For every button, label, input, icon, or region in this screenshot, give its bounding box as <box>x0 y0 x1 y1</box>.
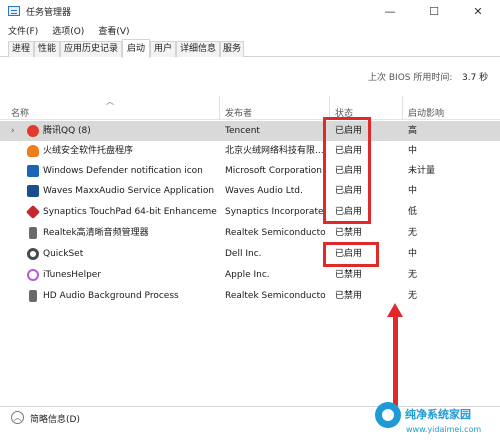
row-publisher: Microsoft Corporation <box>225 166 322 176</box>
maximize-button[interactable]: ☐ <box>412 0 456 22</box>
touchpad-icon <box>25 204 41 220</box>
watermark-url: www.yidaimei.com <box>406 425 482 434</box>
fewer-details-link[interactable]: 简略信息(D) <box>30 412 80 425</box>
gear-icon <box>27 248 39 260</box>
penguin-icon <box>27 125 39 137</box>
bios-time-value: 3.7 秒 <box>462 73 489 83</box>
defender-icon <box>27 165 39 177</box>
row-name: Synaptics TouchPad 64-bit Enhanceme... <box>43 207 217 217</box>
row-impact: 未计量 <box>408 166 436 176</box>
row-impact: 中 <box>408 249 418 259</box>
row-impact: 低 <box>408 207 418 217</box>
row-name: Windows Defender notification icon <box>43 166 203 176</box>
row-name: QuickSet <box>43 249 84 259</box>
window-title: 任务管理器 <box>26 7 72 18</box>
row-impact: 无 <box>408 228 418 238</box>
watermark-logo-icon <box>375 402 401 428</box>
column-name[interactable]: 名称 <box>11 106 29 119</box>
column-divider[interactable] <box>402 96 403 120</box>
row-publisher: Apple Inc. <box>225 270 270 280</box>
tab-users[interactable]: 用户 <box>150 41 176 57</box>
row-name: Realtek高清晰音频管理器 <box>43 228 149 238</box>
row-impact: 中 <box>408 146 418 156</box>
tab-services[interactable]: 服务 <box>220 41 244 57</box>
itunes-icon <box>27 269 39 281</box>
row-status: 已禁用 <box>335 270 363 280</box>
menu-file[interactable]: 文件(F) <box>0 24 44 37</box>
column-impact[interactable]: 启动影响 <box>408 106 444 119</box>
row-impact: 中 <box>408 186 418 196</box>
table-row[interactable]: 火绒安全软件托盘程序 北京火绒网络科技有限... 已启用 中 <box>0 141 500 161</box>
table-row[interactable]: QuickSet Dell Inc. 已启用 中 <box>0 244 500 264</box>
task-manager-icon <box>8 6 20 16</box>
row-publisher: Tencent <box>225 126 260 136</box>
row-name: Waves MaxxAudio Service Application <box>43 186 215 196</box>
close-button[interactable]: ✕ <box>456 0 500 22</box>
bios-time-label: 上次 BIOS 所用时间: <box>368 73 453 83</box>
highlight-box-enabled-group <box>323 117 371 224</box>
tab-performance[interactable]: 性能 <box>34 41 60 57</box>
column-divider[interactable] <box>219 96 220 120</box>
tab-details[interactable]: 详细信息 <box>176 41 220 57</box>
row-impact: 高 <box>408 126 418 136</box>
table-row[interactable]: Waves MaxxAudio Service Application Wave… <box>0 181 500 201</box>
tab-processes[interactable]: 进程 <box>8 41 34 57</box>
sort-ascending-icon: ︿ <box>106 97 114 106</box>
table-row[interactable]: Realtek高清晰音频管理器 Realtek Semiconductor 已禁… <box>0 223 500 243</box>
tab-app-history[interactable]: 应用历史记录 <box>60 41 122 57</box>
menu-options[interactable]: 选项(O) <box>44 24 90 37</box>
speaker-icon <box>29 227 37 239</box>
title-bar: 任务管理器 — ☐ ✕ <box>0 0 500 22</box>
minimize-button[interactable]: — <box>368 0 412 22</box>
column-publisher[interactable]: 发布者 <box>225 106 252 119</box>
row-publisher: Synaptics Incorporated <box>225 207 325 217</box>
row-name: 腾讯QQ (8) <box>43 126 91 136</box>
row-status: 已禁用 <box>335 228 363 238</box>
waves-icon <box>27 185 39 197</box>
table-row[interactable]: Synaptics TouchPad 64-bit Enhanceme... S… <box>0 202 500 222</box>
row-impact: 无 <box>408 291 418 301</box>
menu-bar: 文件(F) 选项(O) 查看(V) <box>0 22 136 38</box>
highlight-box-quickset <box>323 242 379 267</box>
table-row[interactable]: › 腾讯QQ (8) Tencent 已启用 高 <box>0 121 500 141</box>
row-publisher: Dell Inc. <box>225 249 262 259</box>
row-name: 火绒安全软件托盘程序 <box>43 146 134 156</box>
table-row[interactable]: HD Audio Background Process Realtek Semi… <box>0 286 500 306</box>
table-header: ︿ 名称 发布者 状态 启动影响 <box>0 96 500 120</box>
speaker-icon <box>29 290 37 302</box>
row-status: 已禁用 <box>335 291 363 301</box>
expand-chevron-icon[interactable]: › <box>11 121 15 141</box>
tab-startup[interactable]: 启动 <box>122 39 150 58</box>
watermark-title: 纯净系统家园 <box>405 408 471 421</box>
row-name: iTunesHelper <box>43 270 102 280</box>
table-row[interactable]: Windows Defender notification icon Micro… <box>0 161 500 181</box>
row-publisher: Waves Audio Ltd. <box>225 186 303 196</box>
row-impact: 无 <box>408 270 418 280</box>
row-publisher: 北京火绒网络科技有限... <box>225 146 324 156</box>
table-row[interactable]: iTunesHelper Apple Inc. 已禁用 无 <box>0 265 500 285</box>
row-publisher: Realtek Semiconductor <box>225 291 325 301</box>
menu-view[interactable]: 查看(V) <box>90 24 135 37</box>
tab-strip: 进程 性能 应用历史记录 启动 用户 详细信息 服务 <box>0 39 500 58</box>
chevron-up-icon[interactable]: ︿ <box>11 411 24 424</box>
row-publisher: Realtek Semiconductor <box>225 228 325 238</box>
window-controls: — ☐ ✕ <box>368 0 500 22</box>
row-name: HD Audio Background Process <box>43 291 179 301</box>
shield-icon <box>27 145 39 157</box>
